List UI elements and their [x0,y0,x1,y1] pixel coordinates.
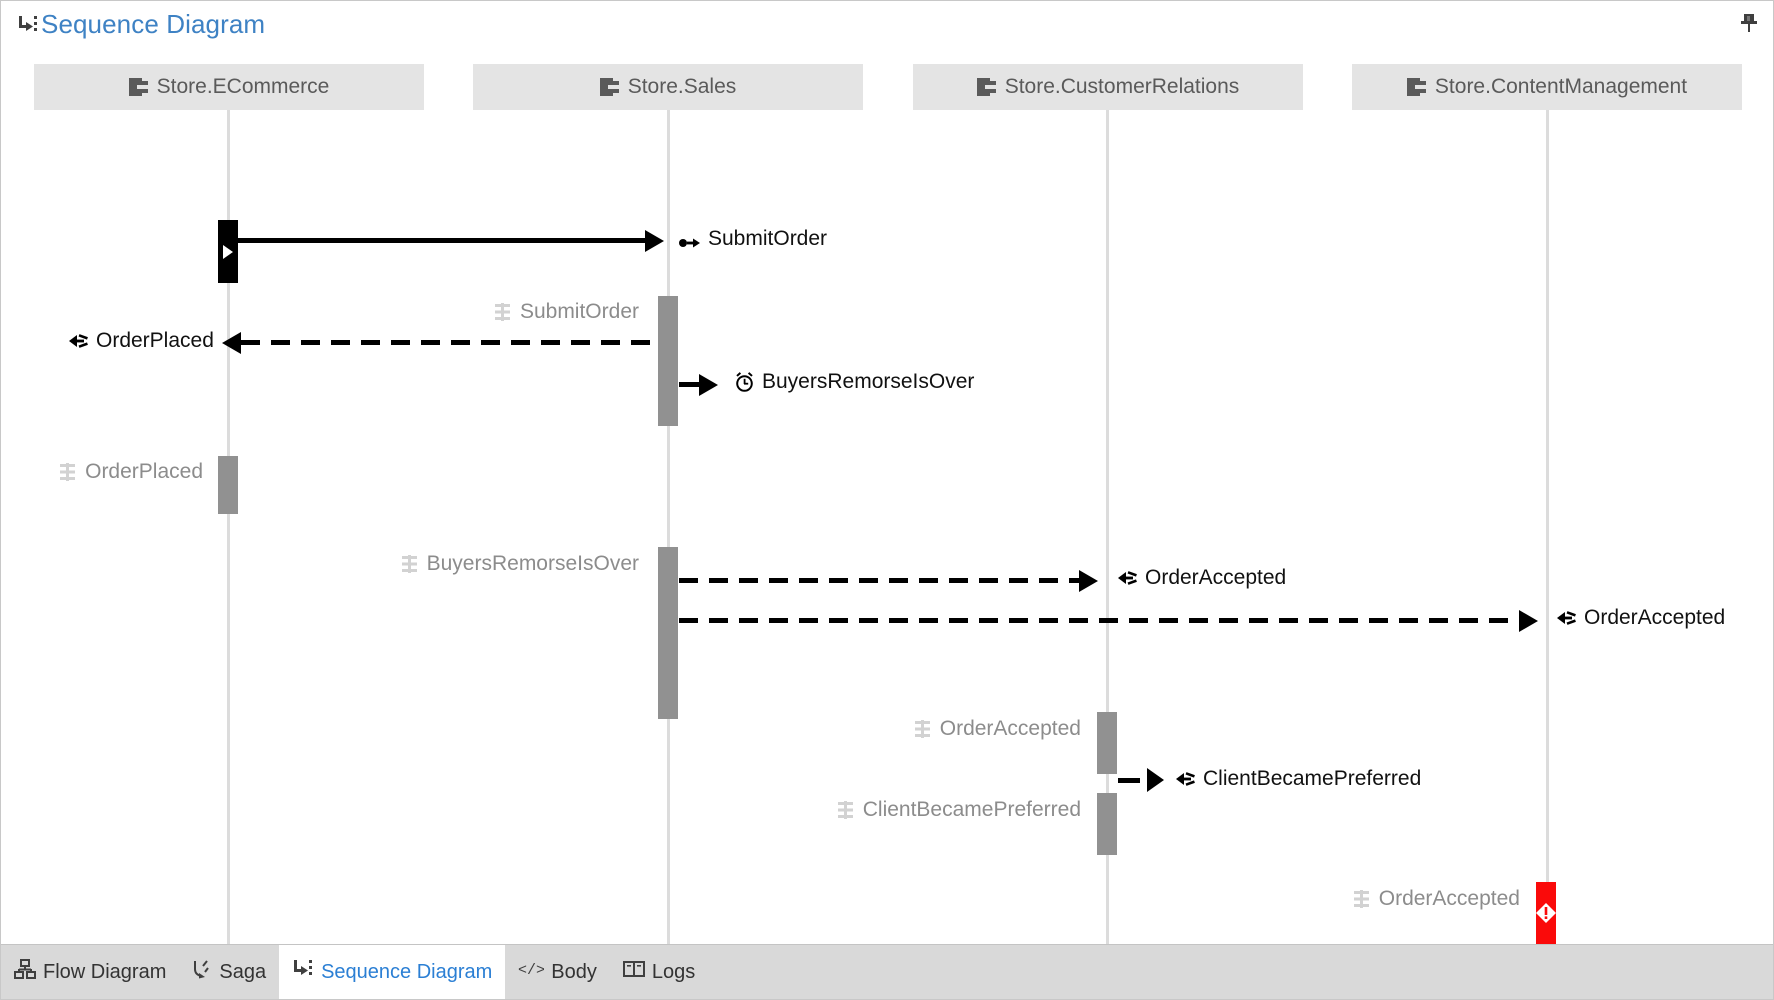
tab-sequence-diagram[interactable]: Sequence Diagram [279,945,506,999]
handler-label-buyersremorseisover[interactable]: BuyersRemorseIsOver [353,552,639,576]
book-icon [622,960,645,984]
lane-header-label: Store.CustomerRelations [1004,75,1240,98]
tab-body[interactable]: </> Body [505,945,610,999]
component-icon [599,78,619,96]
arrowhead-right-icon [1519,610,1538,632]
message-label-text: ClientBecamePreferred [1203,767,1422,790]
event-icon [69,332,89,350]
handler-label-text: OrderAccepted [939,717,1081,740]
arrowhead-right-icon [699,374,718,396]
lifeline-contentmanagement [1546,103,1549,947]
start-triangle-icon [223,244,233,259]
tab-flow-diagram[interactable]: Flow Diagram [1,945,179,999]
message-label-orderaccepted-cr[interactable]: OrderAccepted [1118,566,1286,590]
lane-header-contentmanagement[interactable]: Store.ContentManagement [1352,64,1742,110]
saga-icon [192,959,212,985]
handler-icon [914,720,931,738]
tab-label: Logs [651,960,696,983]
page-title: Sequence Diagram [17,9,265,40]
window-titlebar: Sequence Diagram [1,1,1773,57]
activation-submitorder-handler[interactable] [658,296,678,426]
message-line-orderaccepted-cr[interactable] [679,578,1083,583]
lane-header-ecommerce[interactable]: Store.ECommerce [34,64,424,110]
tab-logs[interactable]: Logs [610,945,708,999]
lane-header-customerrelations[interactable]: Store.CustomerRelations [913,64,1303,110]
arrowhead-right-icon [1147,768,1164,792]
message-label-text: OrderAccepted [1145,566,1287,589]
message-label-buyersremorseisover[interactable]: BuyersRemorseIsOver [734,370,974,394]
message-line-orderaccepted-cm[interactable] [679,618,1523,623]
activation-orderaccepted-cr-handler[interactable] [1097,712,1117,774]
timeout-icon [734,371,755,393]
handler-icon [1353,890,1370,908]
lane-header-label: Store.ECommerce [156,75,330,98]
bottom-tab-bar: Flow Diagram Saga Sequence Diagram </> B… [1,944,1773,999]
event-icon [1176,770,1196,788]
handler-label-text: OrderPlaced [85,460,203,483]
tab-label: Flow Diagram [43,960,167,983]
handler-label-text: ClientBecamePreferred [862,798,1081,821]
component-icon [976,78,996,96]
lane-header-label: Store.Sales [627,75,737,98]
activation-submitorder-send[interactable] [218,220,238,283]
tab-label: Sequence Diagram [321,960,493,983]
activation-clientbecamepreferred-handler[interactable] [1097,793,1117,855]
sequence-diagram-icon [292,958,314,986]
handler-label-orderplaced[interactable]: OrderPlaced [1,460,203,484]
activation-orderplaced-handler[interactable] [218,456,238,514]
svg-text:</>: </> [518,962,544,978]
arrowhead-right-icon [645,230,664,252]
sequence-diagram-window: Sequence Diagram Store.ECommerce Store.S… [0,0,1774,1000]
message-label-text: BuyersRemorseIsOver [762,370,975,393]
lifeline-sales [667,103,670,947]
activation-orderaccepted-cm-handler-error[interactable] [1536,882,1556,944]
tab-saga[interactable]: Saga [179,945,279,999]
event-icon [1118,569,1138,587]
handler-label-submitorder[interactable]: SubmitOrder [381,300,639,324]
component-icon [1406,78,1426,96]
handler-label-orderaccepted-cm[interactable]: OrderAccepted [1296,887,1520,911]
flow-diagram-icon [14,959,36,985]
message-label-clientbecamepreferred[interactable]: ClientBecamePreferred [1176,767,1421,791]
message-label-text: SubmitOrder [708,227,828,250]
pin-icon[interactable] [1739,12,1759,34]
handler-label-text: OrderAccepted [1378,887,1520,910]
arrowhead-left-icon [222,332,241,354]
arrowhead-right-icon [1079,570,1098,592]
error-diamond-icon [1535,902,1557,924]
message-label-orderplaced[interactable]: OrderPlaced [69,329,214,353]
handler-label-orderaccepted-cr[interactable]: OrderAccepted [881,717,1081,741]
code-icon: </> [518,960,545,984]
handler-icon [59,463,76,481]
message-line-submitorder[interactable] [234,238,647,243]
handler-label-text: BuyersRemorseIsOver [426,552,639,575]
handler-label-text: SubmitOrder [519,300,639,323]
message-label-text: OrderPlaced [96,329,214,352]
message-line-buyersremorseisover[interactable] [679,382,701,387]
handler-icon [837,801,854,819]
component-icon [128,78,148,96]
sequence-diagram-icon [17,14,39,36]
lane-header-label: Store.ContentManagement [1434,75,1688,98]
diagram-canvas[interactable]: Store.ECommerce Store.Sales Store.Custom… [1,57,1773,947]
lane-header-sales[interactable]: Store.Sales [473,64,863,110]
message-line-orderplaced[interactable] [241,340,659,345]
message-label-submitorder[interactable]: SubmitOrder [679,227,827,251]
message-line-clientbecamepreferred[interactable] [1118,778,1140,783]
tab-label: Saga [219,960,267,983]
command-icon [679,232,701,248]
message-label-text: OrderAccepted [1584,606,1726,629]
event-icon [1557,609,1577,627]
handler-label-clientbecamepreferred[interactable]: ClientBecamePreferred [811,798,1081,822]
handler-icon [494,303,511,321]
activation-buyersremorse-handler[interactable] [658,547,678,719]
page-title-text: Sequence Diagram [41,9,266,39]
message-label-orderaccepted-cm[interactable]: OrderAccepted [1557,606,1725,630]
tabbar-overflow-stub [3,995,119,999]
tab-label: Body [551,960,597,983]
handler-icon [401,555,418,573]
